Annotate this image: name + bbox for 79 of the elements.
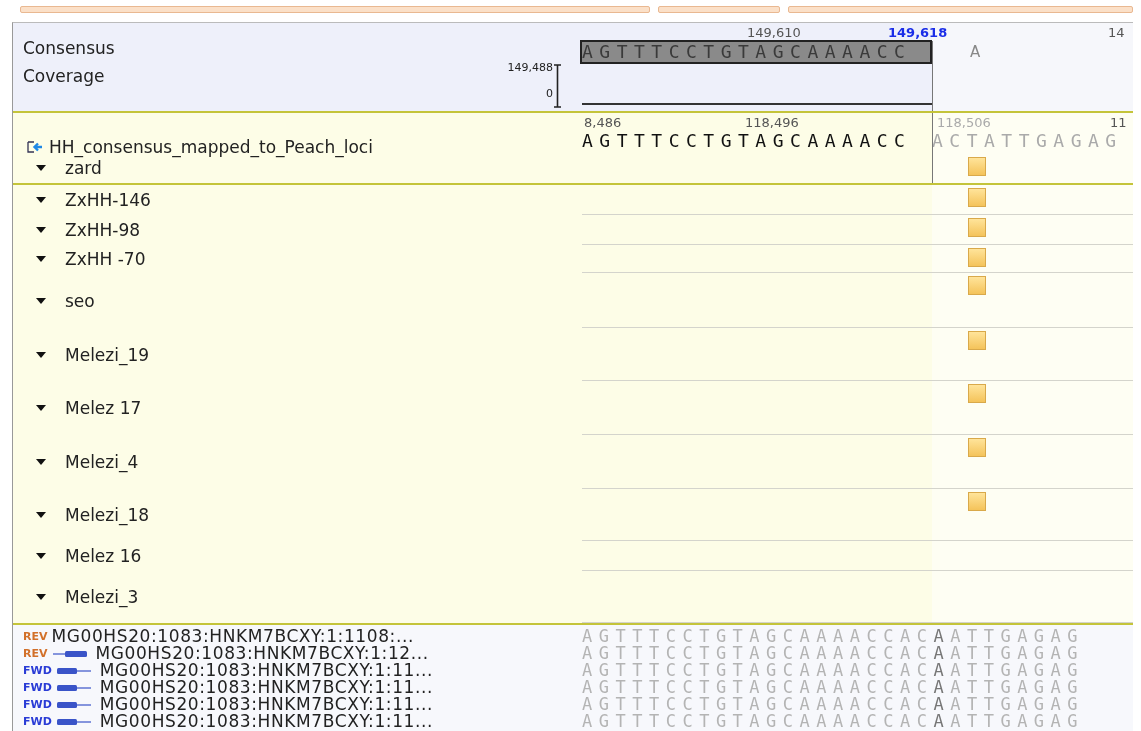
sample-name: Melezi_19 <box>65 344 150 365</box>
strand-label: FWD <box>23 715 52 728</box>
consensus-label: Consensus <box>23 38 115 58</box>
scrollbar[interactable] <box>20 6 1133 15</box>
reference-sequence: ACTATTGAGAG <box>932 131 1123 153</box>
ruler-tick: 118,506 <box>937 115 991 130</box>
read-base: A <box>933 713 951 730</box>
read-name[interactable]: MG00HS20:1083:HNKM7BCXY:1:11... <box>99 662 434 679</box>
coverage-max: 149,488 <box>507 61 553 75</box>
variant-marker[interactable] <box>968 248 986 267</box>
sample-name: ZxHH -70 <box>65 249 146 269</box>
variant-marker[interactable] <box>968 218 986 237</box>
sample-name: ZxHH-146 <box>65 190 151 210</box>
caret-down-icon[interactable] <box>35 350 47 359</box>
reference-sequence: AGTTTCCTGTAGCAAAACC <box>582 131 913 153</box>
sample-name: Melez 16 <box>65 546 142 566</box>
variant-marker[interactable] <box>968 188 986 207</box>
caret-down-icon[interactable] <box>35 511 47 519</box>
sample-name: seo <box>65 290 95 311</box>
sample-name: Melezi_18 <box>65 505 150 525</box>
consensus-base: A <box>970 43 981 61</box>
read-base: A <box>933 628 951 645</box>
track-link-icon <box>27 141 43 153</box>
strand-label: FWD <box>23 664 52 677</box>
read-sequence: AGTTTCCTGTAGCAAAACCAC <box>582 679 934 696</box>
variant-marker[interactable] <box>968 276 986 295</box>
strand-label: FWD <box>23 698 52 711</box>
read-base: A <box>933 645 951 662</box>
read-sequence: ATTGAGAG <box>950 679 1085 696</box>
variant-marker[interactable] <box>968 331 986 350</box>
sample-name: Melez 17 <box>65 398 142 418</box>
read-name[interactable]: MG00HS20:1083:HNKM7BCXY:1:12... <box>95 645 429 662</box>
track-name: HH_consensus_mapped_to_Peach_loci <box>49 137 373 157</box>
variant-marker[interactable] <box>968 384 986 403</box>
sample-name: Melezi_3 <box>65 587 139 607</box>
ruler-tick: 118,496 <box>745 115 799 130</box>
read-name[interactable]: MG00HS20:1083:HNKM7BCXY:1:1108:... <box>51 628 414 645</box>
read-sequence: ATTGAGAG <box>950 628 1085 645</box>
caret-down-icon[interactable] <box>35 255 47 263</box>
strand-label: FWD <box>23 681 52 694</box>
read-sequence: AGTTTCCTGTAGCAAAACCAC <box>582 696 934 713</box>
variant-marker[interactable] <box>968 157 986 176</box>
sample-name: zard <box>65 158 102 178</box>
coverage-label: Coverage <box>23 66 106 86</box>
caret-down-icon[interactable] <box>35 164 47 172</box>
strand-label: REV <box>23 630 48 643</box>
variant-marker[interactable] <box>968 438 986 457</box>
caret-down-icon[interactable] <box>35 226 47 234</box>
ruler-tick: 14 <box>1108 25 1125 40</box>
ruler-tick: 149,610 <box>747 25 801 40</box>
read-sequence: AGTTTCCTGTAGCAAAACCAC <box>582 713 934 730</box>
read-sequence: ATTGAGAG <box>950 696 1085 713</box>
read-base: A <box>933 662 951 679</box>
caret-down-icon[interactable] <box>35 458 47 466</box>
read-sequence: ATTGAGAG <box>950 662 1085 679</box>
ruler-tick: 11 <box>1110 115 1127 130</box>
read-name[interactable]: MG00HS20:1083:HNKM7BCXY:1:11... <box>99 696 434 713</box>
read-name[interactable]: MG00HS20:1083:HNKM7BCXY:1:11... <box>99 679 434 696</box>
coverage-min: 0 <box>546 87 553 101</box>
read-name[interactable]: MG00HS20:1083:HNKM7BCXY:1:11... <box>99 713 434 730</box>
axis-bracket-icon <box>553 64 562 108</box>
ruler-tick: 149,618 <box>888 25 948 40</box>
read-sequence: ATTGAGAG <box>950 713 1085 730</box>
ruler-tick: 8,486 <box>584 115 622 130</box>
caret-down-icon[interactable] <box>35 196 47 204</box>
sample-name: ZxHH-98 <box>65 220 141 240</box>
read-base: A <box>933 696 951 713</box>
variant-marker[interactable] <box>968 492 986 511</box>
strand-label: REV <box>23 647 48 660</box>
read-sequence: AGTTTCCTGTAGCAAAACCAC <box>582 645 934 662</box>
read-sequence: AGTTTCCTGTAGCAAAACCAC <box>582 628 934 645</box>
sample-name: Melezi_4 <box>65 452 139 472</box>
caret-down-icon[interactable] <box>35 552 47 560</box>
read-base: A <box>933 679 951 696</box>
read-sequence: ATTGAGAG <box>950 645 1085 662</box>
caret-down-icon[interactable] <box>35 404 47 412</box>
read-sequence: AGTTTCCTGTAGCAAAACCAC <box>582 662 934 679</box>
caret-down-icon[interactable] <box>35 593 47 601</box>
caret-down-icon[interactable] <box>35 296 47 305</box>
